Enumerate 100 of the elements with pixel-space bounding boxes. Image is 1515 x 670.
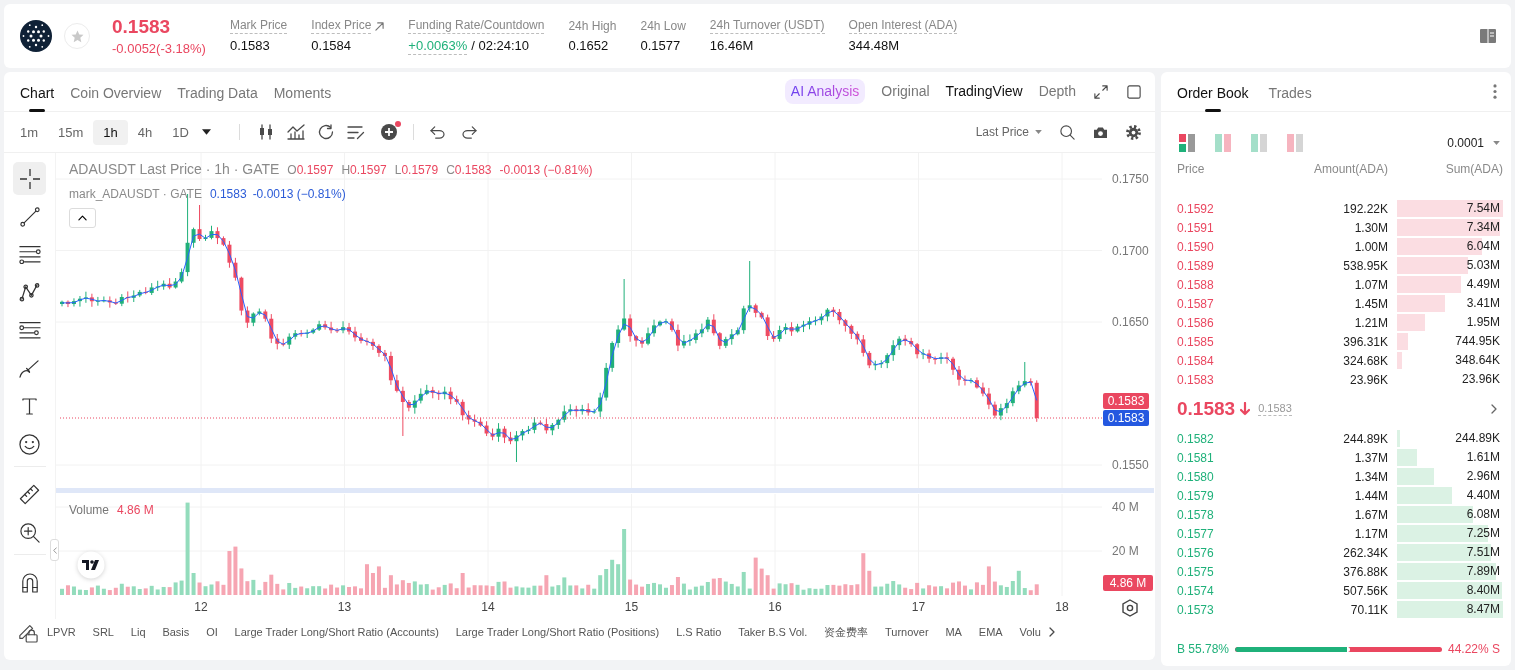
- interval-button[interactable]: 1D: [162, 119, 199, 145]
- indicator-tab[interactable]: Turnover: [885, 623, 929, 641]
- bid-amount: 262.34K: [1342, 544, 1388, 562]
- redo-icon[interactable]: [461, 125, 477, 139]
- ask-price: 0.1587: [1177, 295, 1215, 313]
- stat-value: 0.1577: [640, 37, 681, 54]
- ask-amount: 396.31K: [1342, 333, 1388, 351]
- split-view-icon[interactable]: [1179, 134, 1195, 152]
- stat-value: 0.1652: [568, 37, 609, 54]
- level-lines-icon: [18, 321, 41, 340]
- view-tab[interactable]: TradingView: [945, 81, 1023, 102]
- plus-icon[interactable]: [380, 124, 397, 140]
- bid-sum: 6.08M: [1465, 506, 1501, 523]
- view-tab[interactable]: Original: [881, 81, 930, 102]
- stat-label: Funding Rate/Countdown: [408, 17, 545, 34]
- stat-label: Index Price: [311, 18, 372, 34]
- notification-dot-icon: [394, 121, 401, 127]
- bid-amount: 1.34M: [1353, 468, 1388, 486]
- bid-sum: 4.40M: [1465, 487, 1501, 504]
- column-header: Amount(ADA): [1312, 161, 1388, 178]
- bid-price: 0.1581: [1177, 449, 1215, 467]
- bid-sum: 7.25M: [1465, 525, 1501, 542]
- bid-sum: 2.96M: [1465, 468, 1501, 485]
- bid-amount: 244.89K: [1342, 430, 1388, 448]
- bid-sum: 8.40M: [1465, 582, 1501, 599]
- time-axis-label: 16: [768, 600, 782, 614]
- bid-amount: 1.67M: [1353, 506, 1388, 524]
- order-book-tab[interactable]: Trades: [1268, 73, 1312, 112]
- ask-amount: 23.96K: [1348, 371, 1388, 389]
- ask-price: 0.1591: [1177, 219, 1215, 237]
- indicator-tab[interactable]: Large Trader Long/Short Ratio (Positions): [455, 623, 660, 641]
- interval-button[interactable]: 15m: [48, 119, 94, 145]
- chart-tab[interactable]: Coin Overview: [70, 73, 162, 112]
- time-axis-label: 15: [624, 600, 639, 614]
- order-book-tab[interactable]: Order Book: [1177, 73, 1249, 112]
- stat-label: 24h Low: [640, 18, 686, 34]
- interval-button[interactable]: 4h: [127, 119, 163, 145]
- precision-dropdown[interactable]: 0.0001: [1447, 134, 1500, 152]
- indicator-tab[interactable]: MA: [945, 623, 962, 641]
- ohlc-value: 0.1597: [296, 162, 334, 179]
- settings-icon[interactable]: [1122, 599, 1138, 617]
- buy-ratio-text: B 55.78%: [1177, 641, 1230, 658]
- indicator-tab[interactable]: SRL: [92, 623, 114, 641]
- stat-label: 24h High: [568, 18, 617, 34]
- bid-price: 0.1580: [1177, 468, 1215, 486]
- candlestick-icon[interactable]: [257, 124, 274, 140]
- crosshair-tool-button[interactable]: [13, 162, 46, 195]
- price-axis-label: 0.1550: [1112, 458, 1149, 472]
- indicator-tab[interactable]: Liq: [130, 623, 146, 641]
- ask-sum: 4.49M: [1465, 276, 1501, 293]
- camera-icon[interactable]: [1093, 125, 1108, 139]
- indicator-tab[interactable]: Volu: [1019, 623, 1041, 641]
- indicator-tab[interactable]: Large Trader Long/Short Ratio (Accounts): [234, 623, 439, 641]
- indicator-tab[interactable]: 资金费率: [824, 623, 869, 641]
- price-axis-label: 0.1750: [1112, 172, 1149, 186]
- view-tab[interactable]: Depth: [1038, 81, 1076, 102]
- indicator-tab[interactable]: OI: [206, 623, 218, 641]
- bid-sum: 7.51M: [1465, 544, 1501, 561]
- list-icon[interactable]: [346, 124, 365, 140]
- settings-icon[interactable]: [1126, 124, 1141, 140]
- time-axis-label: 12: [194, 600, 208, 614]
- stat-label: Mark Price: [229, 18, 288, 34]
- chart-tab[interactable]: Chart: [20, 73, 55, 112]
- bid-price: 0.1579: [1177, 487, 1215, 505]
- ai-analysis-button[interactable]: AI Analysis: [784, 79, 866, 104]
- bid-price: 0.1574: [1177, 582, 1215, 600]
- ruler-icon: [19, 484, 40, 505]
- ohlc-label: L: [394, 162, 402, 179]
- indicator-tab[interactable]: LPVR: [47, 623, 76, 641]
- bid-sum: 8.47M: [1465, 601, 1501, 618]
- indicator-tab[interactable]: L.S Ratio: [676, 623, 722, 641]
- chevron-right-icon[interactable]: [1491, 404, 1497, 414]
- caret-icon[interactable]: [201, 129, 211, 135]
- ask-price: 0.1588: [1177, 276, 1215, 294]
- ohlc-value: 0.1583: [454, 162, 492, 179]
- indicator-tab[interactable]: Taker B.S Vol.: [738, 623, 808, 641]
- chart-tab[interactable]: Trading Data: [177, 73, 258, 112]
- search-icon[interactable]: [1060, 124, 1075, 140]
- line-chart-icon[interactable]: [286, 124, 305, 140]
- caret-icon: [1035, 130, 1042, 134]
- interval-button[interactable]: 1h: [93, 119, 128, 145]
- chart-tab[interactable]: Moments: [273, 73, 332, 112]
- interval-button[interactable]: 1m: [10, 119, 49, 145]
- collapse-legend-button[interactable]: [69, 208, 96, 228]
- expand-icon[interactable]: [1094, 84, 1108, 99]
- undo-icon[interactable]: [429, 125, 445, 139]
- replay-icon[interactable]: [317, 124, 334, 140]
- square-icon[interactable]: [1127, 84, 1141, 99]
- order-book-last-price: 0.1583: [1177, 396, 1236, 421]
- indicator-tab[interactable]: Basis: [162, 623, 190, 641]
- volume-tag: 4.86 M: [1103, 575, 1153, 591]
- chevron-right-icon[interactable]: [1049, 627, 1055, 637]
- more-icon[interactable]: [1493, 84, 1497, 99]
- price-change: -0.0013 (−0.81%): [499, 162, 593, 179]
- ask-amount: 192.22K: [1342, 200, 1388, 218]
- arrow-up-right-icon[interactable]: [375, 21, 385, 31]
- indicator-tab[interactable]: EMA: [978, 623, 1003, 641]
- price-source-dropdown[interactable]: Last Price: [975, 123, 1042, 141]
- volume-axis-label: 20 M: [1112, 544, 1139, 558]
- stat-label: 24h Turnover (USDT): [709, 18, 825, 34]
